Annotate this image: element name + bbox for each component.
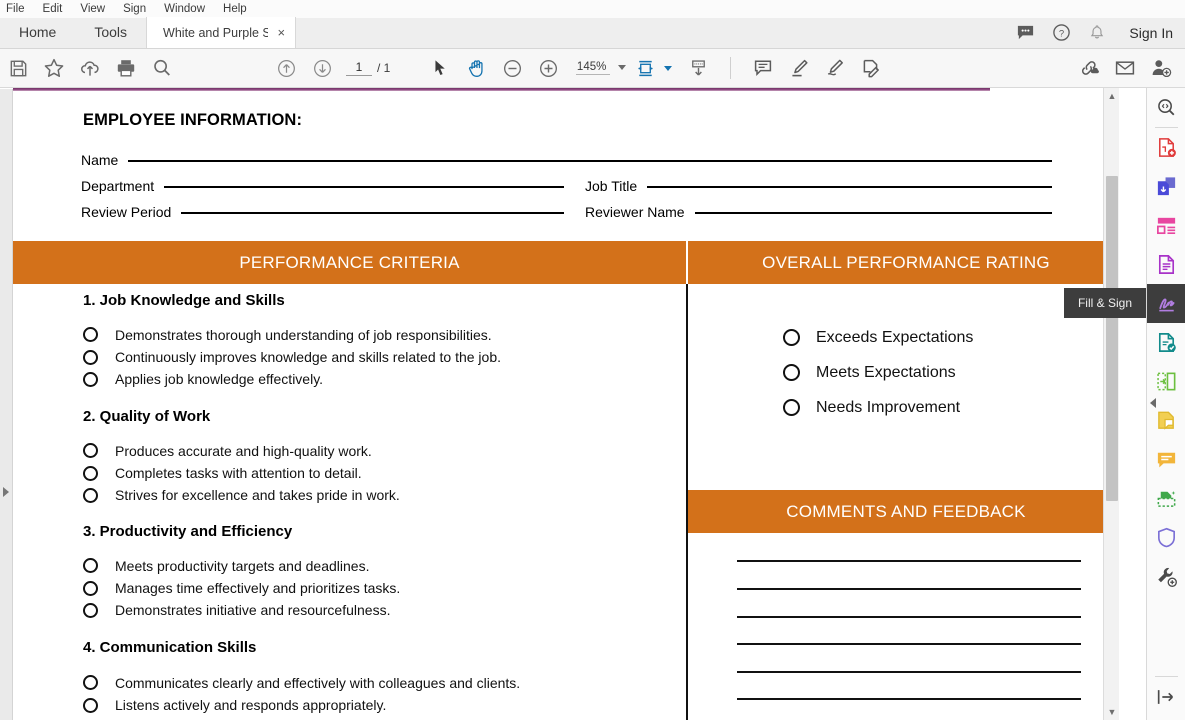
expand-panel-icon[interactable] xyxy=(1150,398,1156,408)
edit-pdf-icon[interactable] xyxy=(1147,323,1185,362)
svg-text:?: ? xyxy=(1059,28,1064,39)
arrow-down-circle-icon[interactable] xyxy=(304,49,340,88)
comment-line[interactable] xyxy=(737,588,1081,590)
main-toolbar: / 1 145% xyxy=(0,49,1185,88)
search-icon[interactable] xyxy=(144,49,180,88)
toolbar-annotate-group xyxy=(745,49,889,88)
page-number-input[interactable] xyxy=(346,60,372,76)
share-link-icon[interactable] xyxy=(1071,49,1107,88)
document-viewport: EMPLOYEE INFORMATION: Name Department Re… xyxy=(13,88,1119,720)
email-icon[interactable] xyxy=(1107,49,1143,88)
search-document-icon[interactable] xyxy=(1147,88,1185,127)
create-pdf-icon[interactable] xyxy=(1147,128,1185,167)
scan-ocr-icon[interactable] xyxy=(1147,479,1185,518)
menu-item-view[interactable]: View xyxy=(71,0,114,18)
page-navigation: / 1 xyxy=(346,60,390,76)
more-tools-icon[interactable] xyxy=(1147,557,1185,596)
tab-document-label: White and Purple Si... xyxy=(163,26,268,40)
tab-bar-right-controls: ? Sign In xyxy=(1016,17,1185,48)
tab-tools[interactable]: Tools xyxy=(75,17,146,48)
page-scrolling-icon[interactable] xyxy=(680,49,716,88)
left-navigation-rail[interactable] xyxy=(0,89,13,720)
scrollbar-thumb[interactable] xyxy=(1106,176,1118,501)
highlighter-icon[interactable] xyxy=(781,49,817,88)
zoom-level-control[interactable]: 145% xyxy=(576,61,626,76)
zoom-in-icon[interactable] xyxy=(530,49,566,88)
toolbar-divider xyxy=(730,57,731,79)
comment-line[interactable] xyxy=(737,698,1081,700)
comment-line[interactable] xyxy=(737,560,1081,562)
menu-item-edit[interactable]: Edit xyxy=(34,0,72,18)
zoom-level-value: 145% xyxy=(576,61,610,75)
sign-icon[interactable] xyxy=(817,49,853,88)
right-tools-rail xyxy=(1146,88,1185,720)
protect-icon[interactable] xyxy=(1147,518,1185,557)
combine-files-icon[interactable] xyxy=(1147,167,1185,206)
select-arrow-icon[interactable] xyxy=(422,49,458,88)
add-person-icon[interactable] xyxy=(1143,49,1179,88)
help-circle-icon[interactable]: ? xyxy=(1052,23,1071,42)
page-top-accent-line xyxy=(13,88,990,91)
export-pdf-icon[interactable] xyxy=(1147,245,1185,284)
comment-icon[interactable] xyxy=(1147,440,1185,479)
menu-item-sign[interactable]: Sign xyxy=(114,0,155,18)
menu-item-file[interactable]: File xyxy=(0,0,34,18)
comment-line[interactable] xyxy=(737,616,1081,618)
tab-document[interactable]: White and Purple Si... × xyxy=(146,17,296,48)
acrobat-window: File Edit View Sign Window Help Home Too… xyxy=(0,0,1185,720)
comments-lines-area xyxy=(13,92,1119,720)
toolbar-view-group: 145% xyxy=(422,49,716,88)
toolbar-share-group xyxy=(1071,49,1185,88)
collapse-rail-icon[interactable] xyxy=(1147,677,1185,716)
print-icon[interactable] xyxy=(108,49,144,88)
scroll-up-icon[interactable]: ▲ xyxy=(1104,88,1119,104)
save-icon[interactable] xyxy=(0,49,36,88)
tab-home[interactable]: Home xyxy=(0,17,75,48)
expand-left-panel-icon[interactable] xyxy=(3,487,9,497)
fit-width-chevron-down-icon[interactable] xyxy=(664,66,672,71)
fill-and-sign-icon[interactable] xyxy=(1147,284,1185,323)
arrow-up-circle-icon[interactable] xyxy=(268,49,304,88)
tooltip-label: Fill & Sign xyxy=(1078,296,1132,310)
bell-icon[interactable] xyxy=(1088,24,1106,42)
toolbar-page-nav: / 1 xyxy=(268,49,390,88)
menu-item-help[interactable]: Help xyxy=(214,0,256,18)
close-icon[interactable]: × xyxy=(277,26,285,39)
tab-bar: Home Tools White and Purple Si... × ? Si… xyxy=(0,18,1185,49)
organize-pages-icon[interactable] xyxy=(1147,206,1185,245)
fit-width-icon[interactable] xyxy=(630,49,660,88)
sign-in-button[interactable]: Sign In xyxy=(1123,25,1173,41)
menu-item-window[interactable]: Window xyxy=(155,0,214,18)
stamp-icon[interactable] xyxy=(853,49,889,88)
comment-bubble-icon[interactable] xyxy=(1016,23,1035,42)
toolbar-file-group xyxy=(0,49,180,88)
add-comment-icon[interactable] xyxy=(745,49,781,88)
zoom-out-icon[interactable] xyxy=(494,49,530,88)
chevron-down-icon[interactable] xyxy=(618,65,626,70)
compress-pdf-icon[interactable] xyxy=(1147,362,1185,401)
star-icon[interactable] xyxy=(36,49,72,88)
cloud-upload-icon[interactable] xyxy=(72,49,108,88)
vertical-scrollbar[interactable]: ▲ ▼ xyxy=(1103,88,1119,720)
menu-bar: File Edit View Sign Window Help xyxy=(0,0,1185,18)
scroll-down-icon[interactable]: ▼ xyxy=(1104,704,1119,720)
comment-line[interactable] xyxy=(737,643,1081,645)
hand-tool-icon[interactable] xyxy=(458,49,494,88)
tooltip-fill-and-sign: Fill & Sign xyxy=(1064,288,1146,318)
comment-line[interactable] xyxy=(737,671,1081,673)
page-total-label: / 1 xyxy=(377,61,390,75)
